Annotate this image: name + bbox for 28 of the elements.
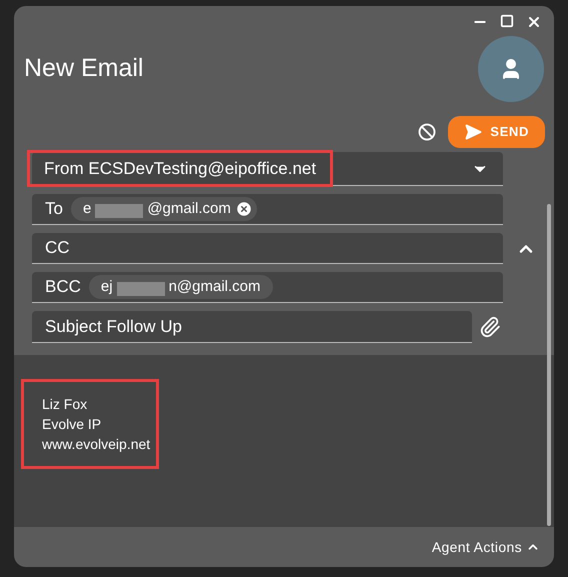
to-label: To [45, 198, 63, 220]
address-start: e [82, 198, 92, 219]
from-text: From ECSDevTesting@eipoffice.net [30, 152, 330, 184]
cc-field[interactable]: CC [32, 233, 503, 264]
remove-icon[interactable] [234, 200, 253, 218]
recipient-chip[interactable]: e @gmail.com [70, 197, 257, 221]
bcc-field[interactable]: BCC ej n@gmail.com [32, 272, 503, 303]
bcc-label: BCC [45, 276, 81, 298]
close-icon[interactable] [526, 14, 542, 30]
scrollbar[interactable] [547, 204, 551, 526]
cc-label: CC [45, 237, 70, 260]
address-end: @gmail.com [147, 198, 231, 219]
maximize-icon[interactable] [500, 14, 514, 28]
subject-field[interactable]: Subject Follow Up [32, 311, 472, 343]
to-field[interactable]: To e @gmail.com [32, 194, 503, 225]
send-icon [464, 123, 482, 141]
recipient-chip[interactable]: ej n@gmail.com [88, 275, 273, 299]
address-end: n@gmail.com [168, 276, 262, 297]
address-start: ej [100, 276, 113, 297]
signature-text: Liz Fox Evolve IP www.evolveip.net [21, 379, 159, 469]
message-body[interactable]: Liz Fox Evolve IP www.evolveip.net [14, 355, 554, 527]
agent-actions-button[interactable]: Agent Actions [432, 536, 540, 558]
window-title: New Email [24, 53, 144, 84]
subject-text: Subject Follow Up [45, 316, 182, 338]
redaction-mark [116, 282, 165, 296]
discard-icon[interactable] [418, 123, 436, 141]
attachment-icon[interactable] [479, 316, 501, 338]
redaction-mark [95, 204, 144, 218]
